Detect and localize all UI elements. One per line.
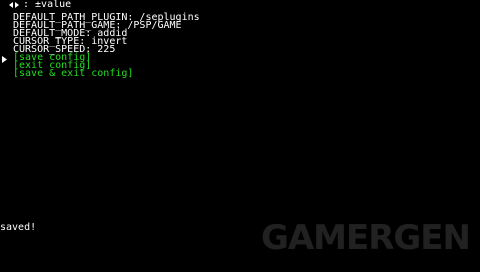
arrow-left-icon — [9, 2, 13, 8]
save-exit-config-button[interactable]: [save & exit config] — [13, 69, 200, 79]
cursor-arrow-icon — [2, 56, 7, 63]
arrow-keys — [9, 2, 19, 8]
config-menu: DEFAULT_PATH_PLUGIN: /seplugins DEFAULT_… — [13, 13, 200, 79]
header-title: : ±value — [23, 0, 72, 10]
watermark-logo: GAMERGEN — [260, 218, 471, 258]
arrow-right-icon — [15, 2, 19, 8]
header-bar: : ±value — [9, 0, 72, 10]
status-message: saved! — [0, 222, 37, 233]
